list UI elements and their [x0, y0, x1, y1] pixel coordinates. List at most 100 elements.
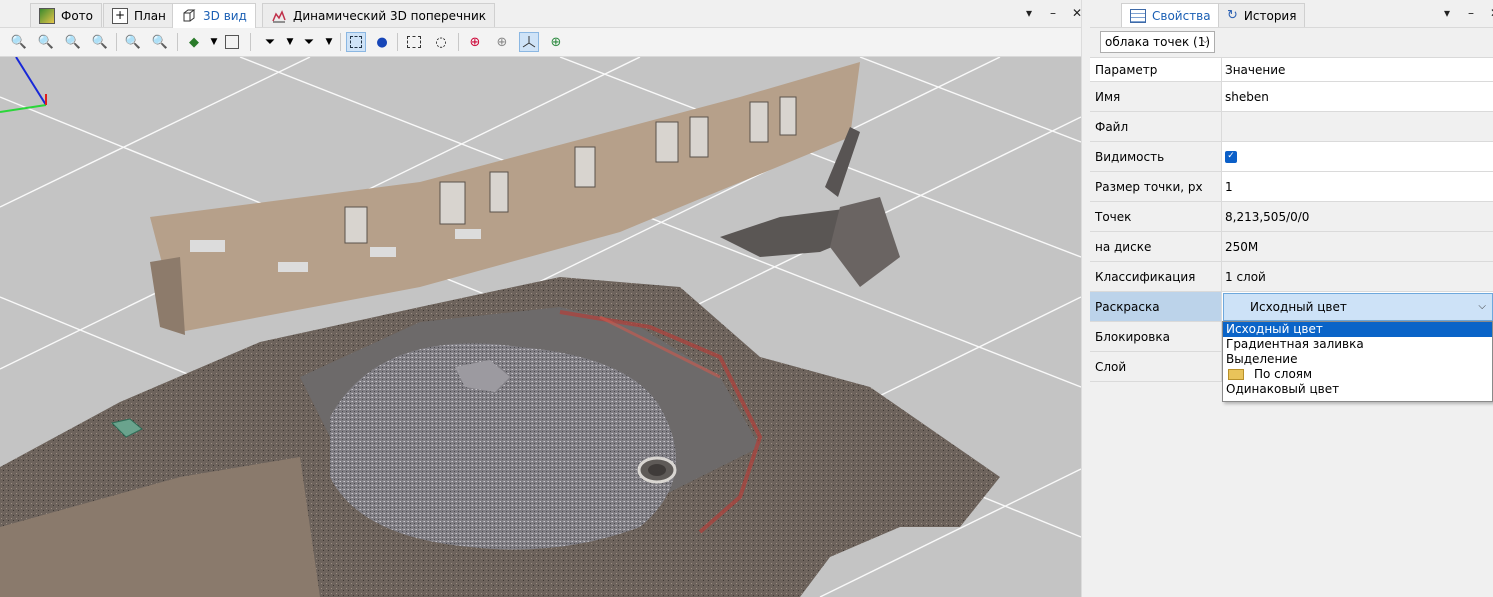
property-row-classification: Классификация 1 слой	[1090, 262, 1493, 292]
tab-plan-label: План	[134, 8, 166, 23]
folder-icon	[1228, 369, 1244, 380]
photo-icon	[39, 7, 55, 24]
dropdown-arrow-icon[interactable]: ▼	[204, 32, 224, 52]
zoom-previous-icon[interactable]: 🔍	[150, 32, 170, 52]
property-key: Размер точки, px	[1090, 172, 1222, 201]
property-key: Имя	[1090, 82, 1222, 111]
rect-select-icon[interactable]	[404, 32, 424, 52]
property-key: Видимость	[1090, 142, 1222, 171]
property-row-file[interactable]: Файл	[1090, 112, 1493, 142]
property-key: Раскраска	[1090, 292, 1222, 321]
object-select-value: облака точек (1)	[1105, 35, 1211, 49]
zoom-out-icon[interactable]: 🔍	[63, 32, 83, 52]
property-row-coloring[interactable]: Раскраска Исходный цвет ⌵	[1090, 292, 1493, 322]
dropdown-arrow-icon[interactable]: ▼	[280, 32, 300, 52]
point-pick-icon[interactable]: ●	[372, 32, 392, 52]
toolbar-separator	[116, 33, 117, 51]
tab-photo[interactable]: Фото	[30, 3, 103, 27]
view-orient-icon[interactable]: ◆	[184, 32, 204, 52]
close-button[interactable]: ✕	[1488, 6, 1493, 20]
right-tabbar: Свойства ↻ История ▾ – ✕	[1090, 0, 1493, 28]
property-key: Файл	[1090, 112, 1222, 141]
history-icon: ↻	[1227, 8, 1238, 23]
coloring-select[interactable]: Исходный цвет ⌵	[1223, 293, 1493, 321]
document-tabbar: Фото + План 3D вид Динамический 3D попер…	[0, 0, 1084, 28]
zoom-extents-icon[interactable]: 🔍	[9, 32, 29, 52]
dropdown-arrow-icon[interactable]: ▼	[319, 32, 339, 52]
axis-icon[interactable]	[519, 32, 539, 52]
tab-3d-view[interactable]: 3D вид	[172, 3, 256, 28]
property-key: на диске	[1090, 232, 1222, 261]
minimize-button[interactable]: –	[1046, 6, 1060, 20]
globe-grid-icon[interactable]: ⊕	[492, 32, 512, 52]
option-selection[interactable]: Выделение	[1223, 352, 1492, 367]
option-gradient-fill[interactable]: Градиентная заливка	[1223, 337, 1492, 352]
cube-icon	[181, 8, 197, 24]
tab-history[interactable]: ↻ История	[1218, 3, 1306, 27]
property-row-points: Точек 8,213,505/0/0	[1090, 202, 1493, 232]
tab-history-label: История	[1243, 8, 1297, 23]
option-label: По слоям	[1254, 367, 1313, 381]
filter-icon[interactable]: ⏷	[260, 32, 280, 52]
property-value: 1 слой	[1222, 262, 1493, 291]
filter-add-icon[interactable]: ⏷	[299, 32, 319, 52]
select-rect-icon[interactable]	[346, 32, 366, 52]
option-label: Градиентная заливка	[1226, 337, 1364, 351]
toolbar-separator	[177, 33, 178, 51]
point-cloud-3d-view[interactable]	[0, 57, 1081, 597]
chevron-down-icon: ⌵	[1201, 35, 1209, 46]
cross-section-icon	[271, 8, 287, 24]
toolbar-separator	[397, 33, 398, 51]
property-value: ✓	[1222, 142, 1493, 171]
menu-arrow-button[interactable]: ▾	[1022, 6, 1036, 20]
object-select[interactable]: облака точек (1) ⌵	[1100, 31, 1215, 53]
left-panel: Фото + План 3D вид Динамический 3D попер…	[0, 0, 1084, 597]
minimize-button[interactable]: –	[1464, 6, 1478, 20]
option-by-layers[interactable]: По слоям	[1223, 367, 1492, 382]
property-grid-header: Параметр Значение	[1090, 58, 1493, 82]
tab-plan[interactable]: + План	[103, 3, 175, 27]
option-label: Исходный цвет	[1226, 322, 1323, 336]
tab-3d-view-label: 3D вид	[203, 9, 247, 23]
coloring-dropdown-list: Исходный цвет Градиентная заливка Выделе…	[1222, 321, 1493, 402]
property-key: Точек	[1090, 202, 1222, 231]
option-label: Выделение	[1226, 352, 1298, 366]
property-value[interactable]: 1	[1222, 172, 1493, 201]
property-key: Слой	[1090, 352, 1222, 381]
tab-dynamic-cross-section[interactable]: Динамический 3D поперечник	[262, 3, 496, 27]
tab-photo-label: Фото	[61, 8, 94, 23]
header-value: Значение	[1222, 58, 1493, 81]
toolbar-separator	[250, 33, 251, 51]
coloring-select-value: Исходный цвет	[1250, 300, 1347, 314]
property-row-point-size[interactable]: Размер точки, px 1	[1090, 172, 1493, 202]
property-row-visibility[interactable]: Видимость ✓	[1090, 142, 1493, 172]
property-value: 8,213,505/0/0	[1222, 202, 1493, 231]
globe-icon[interactable]: ⊕	[465, 32, 485, 52]
menu-arrow-button[interactable]: ▾	[1440, 6, 1454, 20]
visibility-checkbox[interactable]: ✓	[1225, 150, 1237, 163]
lasso-select-icon[interactable]: ◌	[431, 32, 451, 52]
option-label: Одинаковый цвет	[1226, 382, 1340, 396]
left-window-buttons: ▾ – ✕	[1022, 6, 1084, 20]
property-value[interactable]: sheben	[1222, 82, 1493, 111]
property-row-name[interactable]: Имя sheben	[1090, 82, 1493, 112]
toolbar-separator	[458, 33, 459, 51]
chevron-down-icon: ⌵	[1478, 301, 1486, 312]
property-key: Блокировка	[1090, 322, 1222, 351]
panel-splitter[interactable]	[1081, 0, 1090, 597]
right-panel: Свойства ↻ История ▾ – ✕ облака точек (1…	[1090, 0, 1493, 597]
view-toolbar: 🔍 🔍 🔍 🔍 🔍 🔍 ◆ ▼ ⏷ ▼ ⏷ ▼ ● ◌ ⊕ ⊕ ⊕	[0, 28, 1081, 57]
property-row-disk: на диске 250M	[1090, 232, 1493, 262]
plan-icon: +	[112, 7, 128, 24]
tab-properties[interactable]: Свойства	[1121, 3, 1220, 27]
tab-properties-label: Свойства	[1152, 8, 1211, 23]
zoom-selected-icon[interactable]: 🔍	[123, 32, 143, 52]
frame-icon[interactable]	[222, 32, 242, 52]
zoom-in-icon[interactable]: 🔍	[36, 32, 56, 52]
property-value	[1222, 112, 1493, 141]
option-original-color[interactable]: Исходный цвет	[1223, 322, 1492, 337]
zoom-window-icon[interactable]: 🔍	[90, 32, 110, 52]
header-param: Параметр	[1090, 58, 1222, 81]
option-uniform-color[interactable]: Одинаковый цвет	[1223, 382, 1492, 397]
globe-color-icon[interactable]: ⊕	[546, 32, 566, 52]
